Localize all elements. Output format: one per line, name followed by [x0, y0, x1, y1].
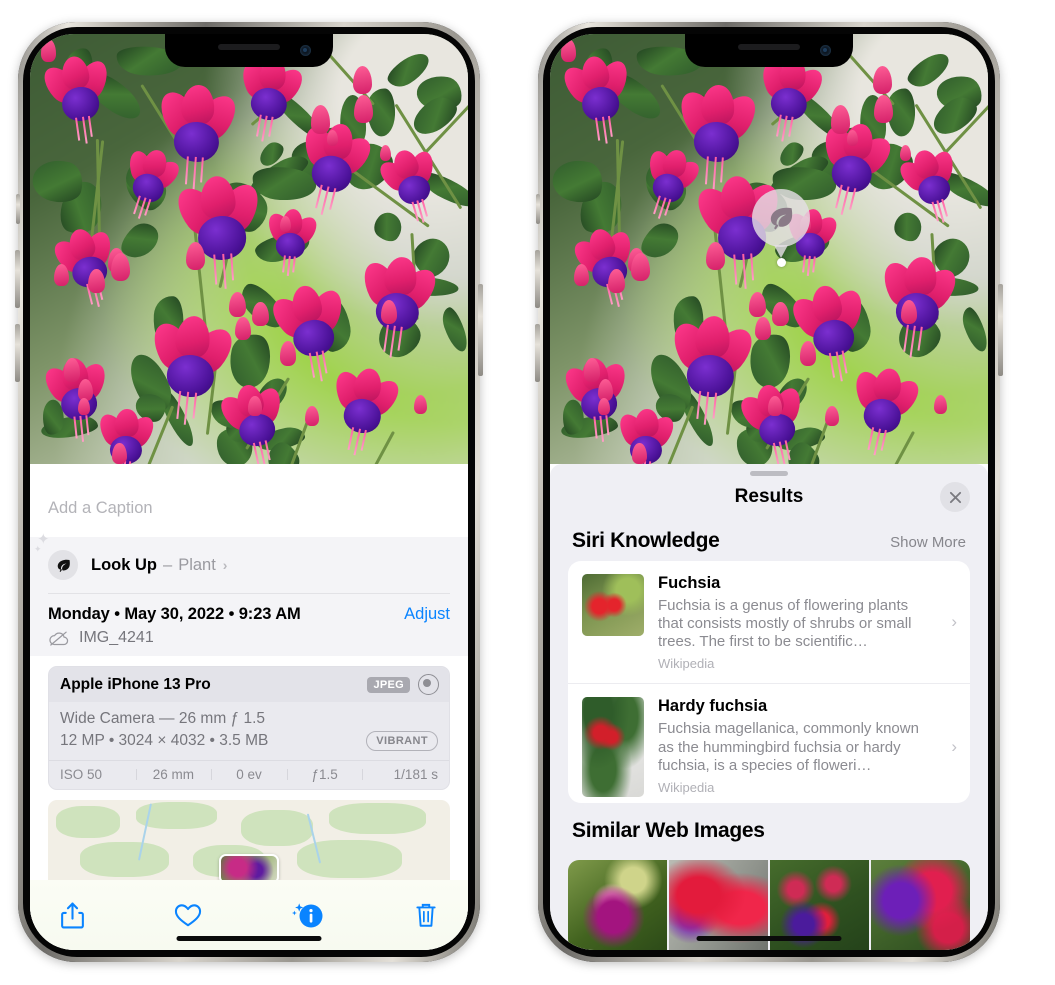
volume-up-button-right[interactable] — [535, 250, 540, 308]
map-photo-pin — [219, 854, 279, 880]
knowledge-description: Fuchsia magellanica, commonly known as t… — [658, 720, 919, 774]
exif-aperture: ƒ1.5 — [286, 767, 363, 782]
exif-iso: ISO 50 — [60, 767, 103, 782]
lookup-label: Look Up — [91, 555, 157, 574]
iphone-device-right: Results Siri Knowledge Show More Fuchsia… — [535, 22, 1003, 962]
knowledge-description: Fuchsia is a genus of flowering plants t… — [658, 596, 912, 651]
camera-info-card: Apple iPhone 13 Pro JPEG Wide Camera — 2… — [48, 666, 450, 790]
web-image-thumbnail[interactable] — [568, 860, 667, 950]
lookup-row[interactable]: ✦ ✦ Look Up – Plant › — [34, 532, 450, 593]
front-camera-right — [820, 45, 831, 56]
close-button[interactable] — [940, 482, 970, 513]
sheet-title: Results — [734, 486, 804, 508]
chevron-right-icon: › — [951, 612, 957, 632]
lookup-section: ✦ ✦ Look Up – Plant › — [30, 532, 468, 594]
front-camera-left — [300, 45, 311, 56]
chevron-right-icon: › — [222, 557, 228, 573]
aperture-icon — [418, 674, 439, 695]
style-badge: VIBRANT — [366, 731, 438, 751]
device-notch-right — [685, 34, 853, 67]
cloud-off-icon — [48, 631, 70, 646]
device-notch-left — [165, 34, 333, 67]
knowledge-title: Fuchsia — [658, 573, 721, 592]
similar-web-images-title: Similar Web Images — [572, 819, 765, 843]
lookup-badge[interactable] — [752, 189, 810, 247]
caption-input[interactable]: Add a Caption — [30, 479, 468, 537]
exif-focal: 26 mm — [135, 767, 212, 782]
volume-down-button-right[interactable] — [535, 324, 540, 382]
knowledge-thumbnail — [582, 573, 644, 636]
screen-left: Add a Caption ✦ ✦ Look Up – Plant › Mond… — [30, 34, 468, 950]
camera-card-header: Apple iPhone 13 Pro JPEG — [49, 667, 449, 702]
photo-filename: IMG_4241 — [79, 629, 154, 646]
volume-up-button-left[interactable] — [15, 250, 20, 308]
lookup-subject: Plant — [178, 555, 216, 574]
knowledge-title: Hardy fuchsia — [658, 697, 768, 716]
photo-date: Monday • May 30, 2022 • 9:23 AM — [48, 605, 301, 623]
metadata-section: Monday • May 30, 2022 • 9:23 AM Adjust I… — [30, 594, 468, 656]
camera-model: Apple iPhone 13 Pro — [60, 675, 211, 693]
show-more-button[interactable]: Show More — [890, 534, 966, 551]
iphone-device-left: Add a Caption ✦ ✦ Look Up – Plant › Mond… — [15, 22, 483, 962]
sheet-header: Results — [550, 476, 988, 519]
leaf-icon — [48, 550, 78, 580]
camera-specs: 12 MP • 3024 × 4032 • 3.5 MB — [60, 732, 269, 749]
sparkle-icon-small: ✦ — [34, 544, 42, 554]
home-indicator-right — [696, 936, 842, 941]
photo-viewer[interactable] — [30, 34, 468, 464]
knowledge-thumbnail — [582, 697, 644, 798]
camera-card-body: Wide Camera — 26 mm ƒ 1.5 12 MP • 3024 ×… — [49, 702, 449, 760]
close-icon — [949, 491, 961, 503]
photo-viewer-right[interactable] — [550, 34, 988, 464]
siri-knowledge-title: Siri Knowledge — [572, 528, 720, 552]
adjust-button[interactable]: Adjust — [404, 605, 450, 624]
knowledge-source: Wikipedia — [658, 780, 715, 796]
exif-shutter: 1/181 s — [362, 767, 438, 782]
badge-tail — [774, 245, 788, 258]
chevron-right-icon: › — [951, 736, 957, 756]
volume-down-button-left[interactable] — [15, 324, 20, 382]
leaf-icon — [770, 207, 793, 230]
favorite-button[interactable] — [174, 902, 202, 928]
earpiece-speaker-right — [738, 44, 800, 50]
screen-right: Results Siri Knowledge Show More Fuchsia… — [550, 34, 988, 950]
caption-placeholder: Add a Caption — [48, 498, 153, 517]
camera-lens: Wide Camera — 26 mm ƒ 1.5 — [60, 710, 266, 727]
power-button-left[interactable] — [478, 284, 483, 376]
exif-row: ISO 50 26 mm 0 ev ƒ1.5 1/181 s — [49, 760, 449, 789]
share-button[interactable] — [60, 901, 85, 930]
power-button-right[interactable] — [998, 284, 1003, 376]
delete-button[interactable] — [414, 901, 438, 929]
knowledge-row[interactable]: Hardy fuchsia Fuchsia magellanica, commo… — [568, 683, 970, 803]
home-indicator-left — [176, 936, 322, 941]
results-sheet: Results Siri Knowledge Show More Fuchsia… — [550, 464, 988, 950]
exif-ev: 0 ev — [211, 767, 287, 782]
info-button[interactable] — [291, 900, 325, 930]
lookup-label-group: Look Up – Plant › — [91, 556, 227, 575]
earpiece-speaker-left — [218, 44, 280, 50]
knowledge-row[interactable]: Fuchsia Fuchsia is a genus of flowering … — [568, 561, 970, 684]
siri-knowledge-header: Siri Knowledge Show More — [550, 519, 988, 561]
knowledge-source: Wikipedia — [658, 656, 715, 672]
web-image-thumbnail[interactable] — [871, 860, 970, 950]
siri-knowledge-card: Fuchsia Fuchsia is a genus of flowering … — [568, 560, 970, 804]
format-badge: JPEG — [367, 676, 410, 693]
lookup-dash: – — [163, 555, 173, 574]
photo-info-panel: Add a Caption ✦ ✦ Look Up – Plant › Mond… — [30, 479, 468, 950]
similar-web-images-header: Similar Web Images — [550, 803, 988, 851]
location-map[interactable] — [48, 800, 450, 880]
silent-switch-right[interactable] — [536, 194, 540, 224]
silent-switch-left[interactable] — [16, 194, 20, 224]
badge-anchor-dot — [777, 258, 786, 267]
